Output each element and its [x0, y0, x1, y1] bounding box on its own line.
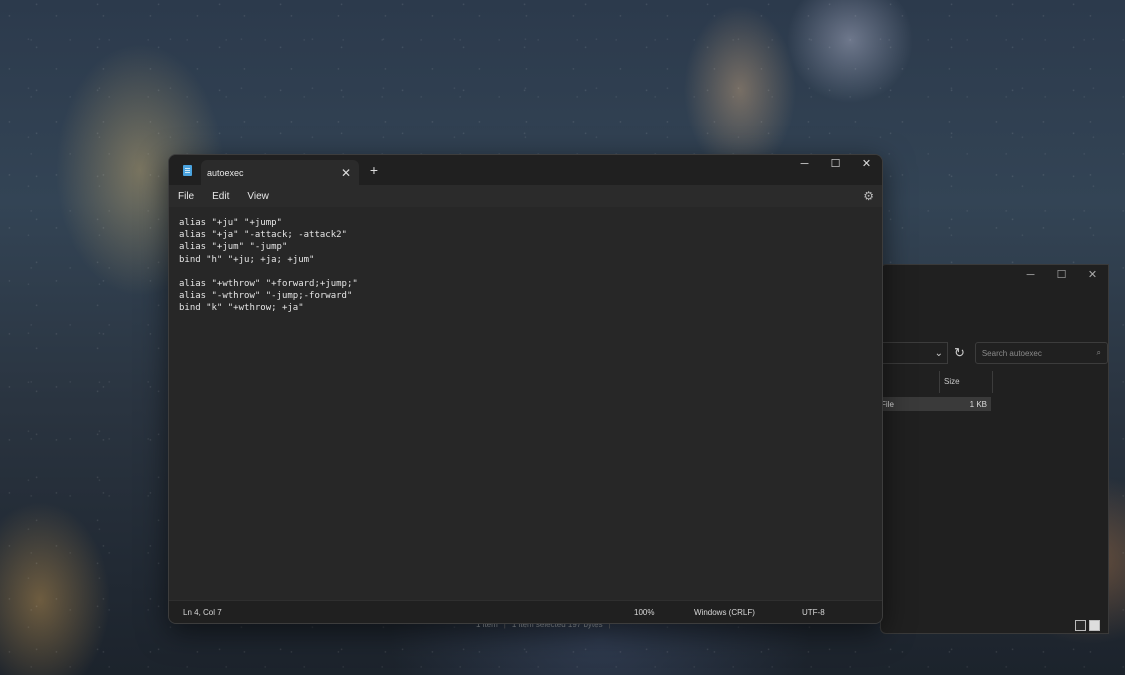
view-toggle [1075, 620, 1100, 631]
text-editor[interactable]: alias "+ju" "+jump" alias "+ja" "-attack… [169, 207, 882, 601]
window-controls: ─ ☐ ✕ [789, 155, 882, 173]
search-box[interactable]: ⌕ [974, 342, 1108, 364]
editor-line: bind "k" "+wthrow; +ja" [179, 303, 304, 314]
settings-gear-icon[interactable]: ⚙ [863, 189, 874, 203]
search-input[interactable] [981, 348, 1092, 358]
file-explorer-window[interactable]: ─ ☐ ✕ ⌄ ↻ ⌕ Size File 1 KB [880, 264, 1109, 634]
zoom-level[interactable]: 100% [634, 608, 654, 617]
notepad-titlebar[interactable]: autoexec ✕ + ─ ☐ ✕ [169, 155, 882, 185]
column-header-size[interactable]: Size [940, 371, 993, 393]
explorer-maximize-button[interactable]: ☐ [1046, 265, 1077, 285]
column-header: Size [881, 371, 1108, 393]
minimize-button[interactable]: ─ [789, 155, 820, 173]
explorer-toolbar [881, 285, 1108, 339]
menu-edit[interactable]: Edit [203, 191, 238, 202]
menu-view[interactable]: View [238, 191, 278, 202]
refresh-icon[interactable]: ↻ [948, 345, 971, 361]
explorer-close-button[interactable]: ✕ [1077, 265, 1108, 285]
menu-file[interactable]: File [169, 191, 203, 202]
details-view-icon[interactable] [1075, 620, 1086, 631]
encoding[interactable]: UTF-8 [802, 608, 825, 617]
menu-bar: File Edit View ⚙ [169, 185, 882, 207]
tiles-view-icon[interactable] [1089, 620, 1100, 631]
tab-autoexec[interactable]: autoexec ✕ [201, 160, 359, 185]
editor-line: alias "+ju" "+jump" [179, 218, 282, 228]
column-header-type[interactable] [881, 371, 940, 393]
editor-line: alias "+ja" "-attack; -attack2" [179, 230, 347, 241]
tab-close-icon[interactable]: ✕ [341, 166, 351, 180]
file-row[interactable]: File 1 KB [881, 397, 991, 411]
address-bar[interactable]: ⌄ [881, 342, 948, 364]
editor-line: alias "+wthrow" "+forward;+jump;" [179, 278, 358, 289]
explorer-address-row: ⌄ ↻ ⌕ [881, 341, 1108, 365]
cursor-position: Ln 4, Col 7 [183, 607, 222, 617]
explorer-minimize-button[interactable]: ─ [1015, 265, 1046, 285]
search-icon[interactable]: ⌕ [1097, 348, 1101, 358]
chevron-down-icon[interactable]: ⌄ [935, 348, 943, 359]
status-bar: Ln 4, Col 7 100% Windows (CRLF) UTF-8 [169, 600, 882, 623]
maximize-button[interactable]: ☐ [820, 155, 851, 173]
editor-line: alias "-wthrow" "-jump;-forward" [179, 291, 353, 302]
file-size: 1 KB [969, 399, 987, 409]
editor-line: alias "+jum" "-jump" [179, 242, 288, 253]
line-ending[interactable]: Windows (CRLF) [694, 608, 755, 617]
tab-title: autoexec [207, 167, 244, 178]
explorer-titlebar: ─ ☐ ✕ [881, 265, 1108, 285]
close-button[interactable]: ✕ [851, 155, 882, 173]
new-tab-button[interactable]: + [361, 155, 387, 185]
notepad-window[interactable]: autoexec ✕ + ─ ☐ ✕ File Edit View ⚙ alia… [168, 154, 883, 624]
notepad-app-icon [175, 155, 199, 185]
editor-line: bind "h" "+ju; +ja; +jum" [179, 254, 315, 265]
file-type: File [881, 399, 894, 409]
